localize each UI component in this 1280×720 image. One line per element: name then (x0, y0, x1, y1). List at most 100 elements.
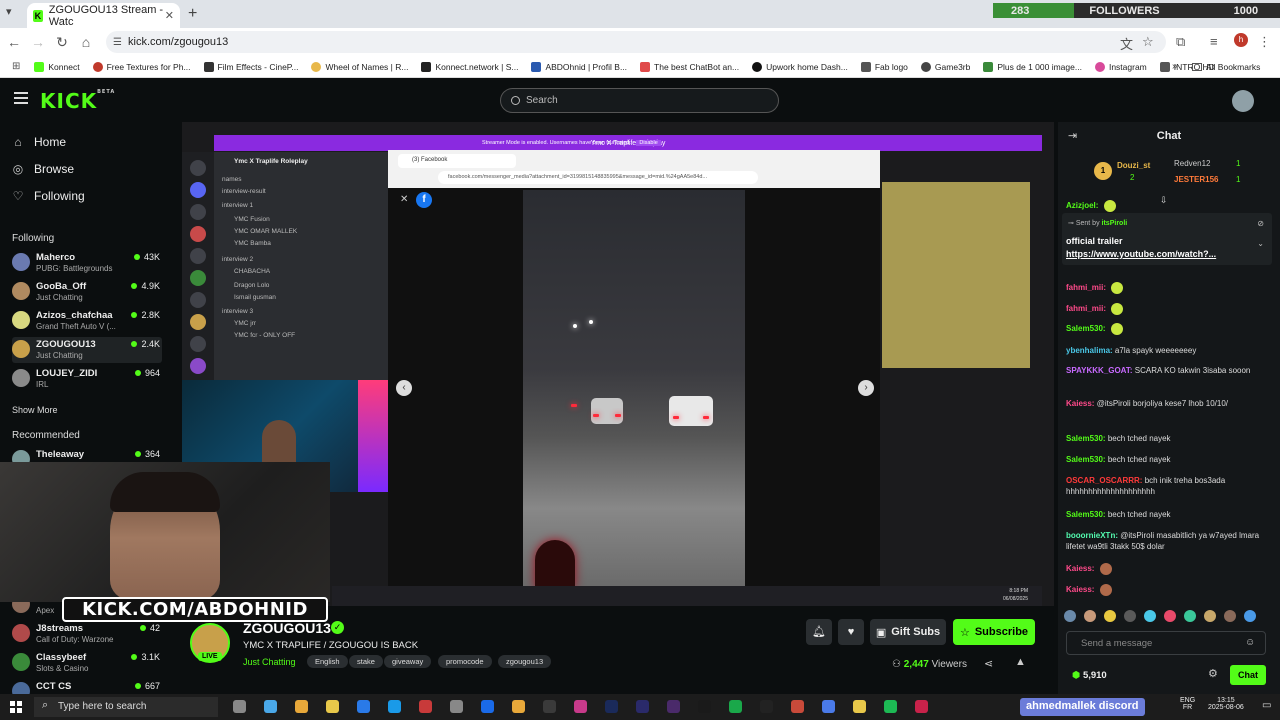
stream-tag[interactable]: stake (349, 655, 383, 668)
taskbar-app-icon[interactable] (481, 700, 494, 713)
chat-message-input[interactable]: Send a message (1066, 631, 1266, 655)
stream-tag[interactable]: zgougou13 (498, 655, 552, 668)
chat-username[interactable]: SPAYKKK_GOAT: (1066, 366, 1133, 375)
following-channel-item[interactable]: Azizos_chafchaa Grand Theft Auto V (... … (12, 308, 162, 334)
taskbar-app-icon[interactable] (295, 700, 308, 713)
taskbar-app-icon[interactable] (326, 700, 339, 713)
more-bookmarks-icon[interactable]: » (1172, 61, 1178, 72)
chat-username[interactable]: fahmi_mii: (1066, 283, 1106, 292)
taskbar-app-icon[interactable] (698, 700, 711, 713)
taskbar-app-icon[interactable] (667, 700, 680, 713)
chat-message[interactable]: Salem530: bech tched nayek (1066, 454, 1266, 465)
chat-message[interactable]: fahmi_mii: (1066, 282, 1266, 294)
chat-username[interactable]: Salem530: (1066, 510, 1106, 519)
following-channel-item[interactable]: GooBa_Off Just Chatting 4.9K (12, 279, 162, 305)
send-chat-button[interactable]: Chat (1230, 665, 1266, 685)
chat-message[interactable]: SPAYKKK_GOAT: SCARA KO takwin 3isaba soo… (1066, 365, 1266, 376)
discord-overlay-badge[interactable]: ahmedmallek discord (1020, 698, 1145, 716)
media-controls-icon[interactable]: ≡ (1210, 34, 1218, 49)
sidebar-nav-browse[interactable]: ◎ Browse (12, 162, 74, 176)
share-icon[interactable]: ⋖ (984, 657, 993, 670)
chat-message[interactable]: booornieXTn: @itsPiroli masabitlich ya w… (1066, 530, 1266, 552)
stream-tag[interactable]: promocode (438, 655, 492, 668)
notifications-bell-icon[interactable]: 🔔︎ (806, 619, 832, 645)
chat-username[interactable]: Salem530: (1066, 324, 1106, 333)
user-avatar[interactable] (1232, 90, 1254, 112)
bookmark-item[interactable]: ABDOhnid | Profil B... (531, 61, 627, 72)
back-icon[interactable]: ← (2, 34, 26, 50)
taskbar-app-icon[interactable] (853, 700, 866, 713)
windows-start-icon[interactable] (10, 701, 22, 713)
recommended-channel-item[interactable]: J8streams Call of Duty: Warzone 42 (12, 621, 162, 647)
taskbar-app-icon[interactable] (543, 700, 556, 713)
taskbar-app-icon[interactable] (760, 700, 773, 713)
bookmark-item[interactable]: Instagram (1094, 61, 1147, 72)
forward-icon[interactable]: → (26, 34, 50, 50)
emote-icon[interactable] (1224, 610, 1236, 622)
following-channel-item[interactable]: LOUJEY_ZIDI IRL 964 (12, 366, 162, 392)
bookmark-item[interactable]: Free Textures for Ph... (92, 61, 191, 72)
search-input[interactable]: Search (500, 88, 779, 113)
chat-message[interactable]: Kaiess: @itsPiroli borjoliya kese7 lhob … (1066, 398, 1266, 409)
emote-icon[interactable] (1104, 610, 1116, 622)
taskbar-app-icon[interactable] (791, 700, 804, 713)
bookmark-item[interactable]: Film Effects - CineP... (203, 61, 298, 72)
bookmark-item[interactable]: Wheel of Names | R... (311, 61, 408, 72)
stream-tag[interactable]: giveaway (384, 655, 432, 668)
taskbar-search-input[interactable]: Type here to search (34, 697, 218, 717)
hamburger-menu-icon[interactable] (14, 92, 28, 104)
extensions-icon[interactable]: ⧉ (1176, 34, 1185, 50)
system-clock[interactable]: 13:15 2025-08-06 (1208, 697, 1244, 711)
close-tab-icon[interactable]: ✕ (165, 9, 174, 22)
subscribe-button[interactable]: ☆ Subscribe (953, 619, 1035, 645)
taskbar-app-icon[interactable] (419, 700, 432, 713)
bookmark-item[interactable]: Plus de 1 000 image... (983, 61, 1082, 72)
channel-points[interactable]: ⬢ 5,910 (1072, 670, 1107, 681)
emote-icon[interactable] (1084, 610, 1096, 622)
translate-icon[interactable]: 文 (1120, 34, 1133, 53)
all-bookmarks[interactable]: All Bookmarks (1192, 62, 1260, 72)
chat-message[interactable]: Salem530: bech tched nayek (1066, 433, 1266, 444)
chat-message[interactable]: Salem530: bech tched nayek (1066, 509, 1266, 520)
following-channel-item[interactable]: Maherco PUBG: Battlegrounds 43K (12, 250, 162, 276)
taskbar-app-icon[interactable] (915, 700, 928, 713)
taskbar-app-icon[interactable] (884, 700, 897, 713)
home-browser-icon[interactable]: ⌂ (74, 34, 98, 50)
taskbar-app-icon[interactable] (822, 700, 835, 713)
emote-icon[interactable] (1204, 610, 1216, 622)
system-tray-lang[interactable]: ENG FR (1180, 697, 1195, 711)
chat-message[interactable]: ybenhalima: a7la spayk weeeeeeey (1066, 345, 1266, 356)
gift-subs-button[interactable]: ▣ Gift Subs (870, 619, 946, 645)
following-channel-item[interactable]: ZGOUGOU13 Just Chatting 2.4K (12, 337, 162, 363)
pinned-message[interactable]: ⊸ Sent by itsPiroli ⊘ official trailer ⌄… (1062, 213, 1272, 265)
chat-message[interactable]: fahmi_mii: (1066, 303, 1266, 315)
taskbar-app-icon[interactable] (450, 700, 463, 713)
taskbar-app-icon[interactable] (357, 700, 370, 713)
chat-username[interactable]: Kaiess: (1066, 564, 1094, 573)
bookmark-item[interactable]: Game3rb (920, 61, 970, 72)
report-icon[interactable]: ▲ (1015, 656, 1026, 668)
unpin-icon[interactable]: ⊘ (1257, 219, 1264, 228)
taskbar-app-icon[interactable] (264, 700, 277, 713)
reload-icon[interactable]: ↻ (50, 34, 74, 51)
emote-icon[interactable] (1164, 610, 1176, 622)
emote-icon[interactable] (1184, 610, 1196, 622)
taskbar-app-icon[interactable] (233, 700, 246, 713)
taskbar-app-icon[interactable] (574, 700, 587, 713)
profile-avatar[interactable]: h (1234, 33, 1248, 47)
kick-logo[interactable]: KICKBETA (40, 89, 115, 113)
browser-tab-active[interactable]: K ZGOUGOU13 Stream - Watc ✕ (27, 3, 180, 28)
site-info-icon[interactable]: ☰ (113, 37, 122, 48)
taskbar-app-icon[interactable] (729, 700, 742, 713)
chat-username[interactable]: ybenhalima: (1066, 346, 1113, 355)
taskbar-app-icon[interactable] (636, 700, 649, 713)
bookmark-item[interactable]: Upwork home Dash... (752, 61, 848, 72)
apps-grid-icon[interactable]: ⊞ (12, 61, 20, 72)
chat-username[interactable]: Kaiess: (1066, 399, 1094, 408)
emote-icon[interactable] (1144, 610, 1156, 622)
taskbar-app-icon[interactable] (388, 700, 401, 713)
expand-pinned-icon[interactable]: ⌄ (1257, 239, 1264, 248)
streamer-name[interactable]: ZGOUGOU13 (243, 620, 331, 636)
chat-message[interactable]: Kaiess: (1066, 563, 1266, 575)
chat-message[interactable]: Azizjoel: (1066, 200, 1266, 212)
